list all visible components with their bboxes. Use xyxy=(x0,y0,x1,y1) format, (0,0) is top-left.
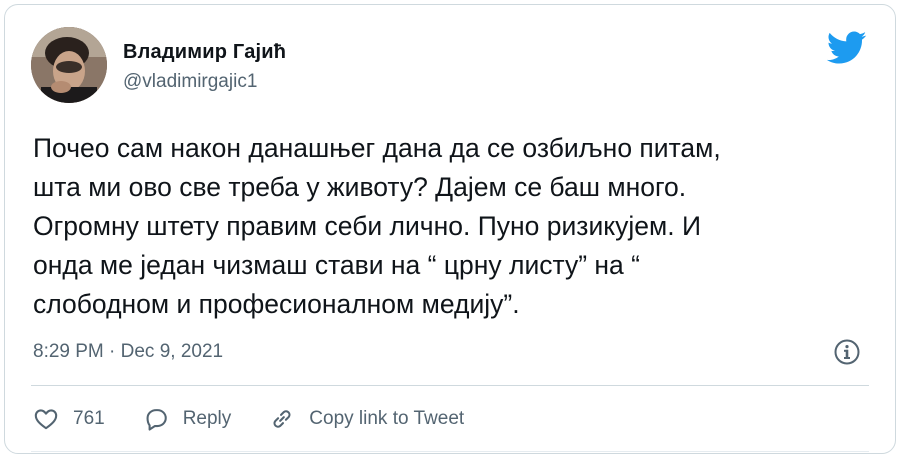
link-icon xyxy=(273,410,291,428)
like-count: 761 xyxy=(73,408,105,429)
tweet-line: онда ме један чизмаш стави на “ црну лис… xyxy=(33,250,640,280)
tweet-timestamp[interactable]: 8:29 PM · Dec 9, 2021 xyxy=(33,341,223,363)
reply-label: Reply xyxy=(182,408,232,429)
info-icon[interactable] xyxy=(833,338,861,366)
twitter-bird-icon[interactable] xyxy=(827,31,867,65)
tweet-actions: 761 Reply Copy link to Tweet xyxy=(33,403,502,435)
tweet-line: слободном и професионалном медију”. xyxy=(33,289,520,319)
like-button[interactable]: 761 xyxy=(33,406,105,432)
copy-link-label: Copy link to Tweet xyxy=(309,408,465,429)
avatar-photo xyxy=(31,27,107,103)
bottom-divider xyxy=(31,451,869,452)
tweet-line: Огромну штету правим себи лично. Пуно ри… xyxy=(33,211,701,241)
avatar[interactable] xyxy=(31,27,107,103)
tweet-text: Почео сам након данашњег дана да се озби… xyxy=(33,129,883,324)
heart-icon xyxy=(34,409,58,430)
reply-bubble-icon xyxy=(146,409,167,431)
copy-link-button[interactable]: Copy link to Tweet xyxy=(269,406,464,432)
tweet-line: шта ми ово све треба у животу? Дајем се … xyxy=(33,172,687,202)
tweet-card: Владимир Гајић @vladimirgajic1 Почео сам… xyxy=(4,4,896,454)
tweet-line: Почео сам након данашњег дана да се озби… xyxy=(33,133,721,163)
author-name[interactable]: Владимир Гајић xyxy=(123,41,286,64)
reply-button[interactable]: Reply xyxy=(143,406,232,432)
author-handle[interactable]: @vladimirgajic1 xyxy=(123,71,257,93)
divider xyxy=(31,385,869,386)
